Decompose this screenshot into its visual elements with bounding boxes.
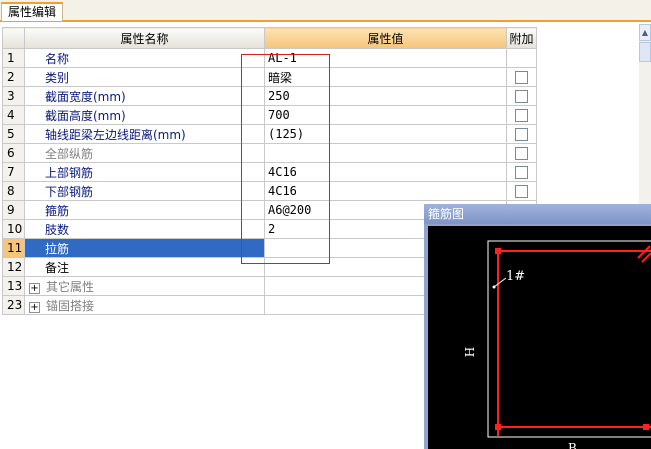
property-name[interactable]: 全部纵筋 [24,143,265,163]
stirrup-diagram-title[interactable]: 箍筋图 [424,204,651,224]
bar-leader-line [493,277,507,288]
stirrup-diagram-canvas: 1# H B [428,226,651,449]
property-name[interactable]: 类别 [24,67,265,87]
add-checkbox[interactable] [515,147,528,160]
bar-label: 1# [506,269,525,284]
highlight-annotation-box [241,54,330,264]
bar-leader-dot [492,285,496,289]
row-number: 2 [2,67,25,87]
width-label: B [568,441,577,449]
property-name: 锚固搭接 [46,298,95,313]
row-number: 10 [2,219,25,239]
row-number: 4 [2,105,25,125]
add-checkbox[interactable] [515,166,528,179]
property-name[interactable]: 拉筋 [24,238,265,258]
add-checkbox[interactable] [515,185,528,198]
scrollbar-thumb[interactable] [639,42,651,62]
rebar-dot [643,424,649,430]
header-add[interactable]: 附加 [506,27,537,49]
property-name[interactable]: 下部钢筋 [24,181,265,201]
row-number: 12 [2,257,25,277]
stirrup-diagram-window: 箍筋图 1# H B [424,204,651,449]
header-property-name[interactable]: 属性名称 [24,27,265,49]
row-number: 8 [2,181,25,201]
row-number: 9 [2,200,25,220]
property-name[interactable]: 肢数 [24,219,265,239]
add-checkbox[interactable] [515,128,528,141]
row-number: 7 [2,162,25,182]
property-name[interactable]: 截面高度(mm) [24,105,265,125]
row-number: 6 [2,143,25,163]
tab-bar: 属性编辑 [0,0,651,22]
scroll-up-arrow-icon[interactable]: ▲ [639,24,651,41]
property-name[interactable]: 备注 [24,257,265,277]
property-name[interactable]: 轴线距梁左边线距离(mm) [24,124,265,144]
property-name[interactable]: 箍筋 [24,200,265,220]
grid-header-row: 属性名称 属性值 附加 [2,27,537,49]
property-name[interactable]: 上部钢筋 [24,162,265,182]
add-checkbox[interactable] [515,109,528,122]
expand-plus-icon[interactable]: + [29,301,40,313]
header-rownum [2,27,25,49]
stirrup-drawing: 1# H B [463,240,651,449]
rebar-dot [495,248,501,254]
property-name[interactable]: 截面宽度(mm) [24,86,265,106]
height-label: H [463,347,477,357]
row-number: 11 [2,238,25,258]
add-checkbox[interactable] [515,71,528,84]
row-number: 3 [2,86,25,106]
row-number: 13 [2,276,25,296]
expand-plus-icon[interactable]: + [29,282,40,294]
row-number: 5 [2,124,25,144]
stirrup-hook [637,245,651,263]
header-property-value[interactable]: 属性值 [264,27,507,49]
property-name: 其它属性 [46,279,95,294]
rebar-dot [495,424,501,430]
property-name[interactable]: 名称 [24,48,265,68]
add-checkbox[interactable] [515,90,528,103]
row-number: 1 [2,48,25,68]
tab-property-edit[interactable]: 属性编辑 [1,2,64,21]
add-cell [506,48,537,68]
row-number: 23 [2,295,25,315]
